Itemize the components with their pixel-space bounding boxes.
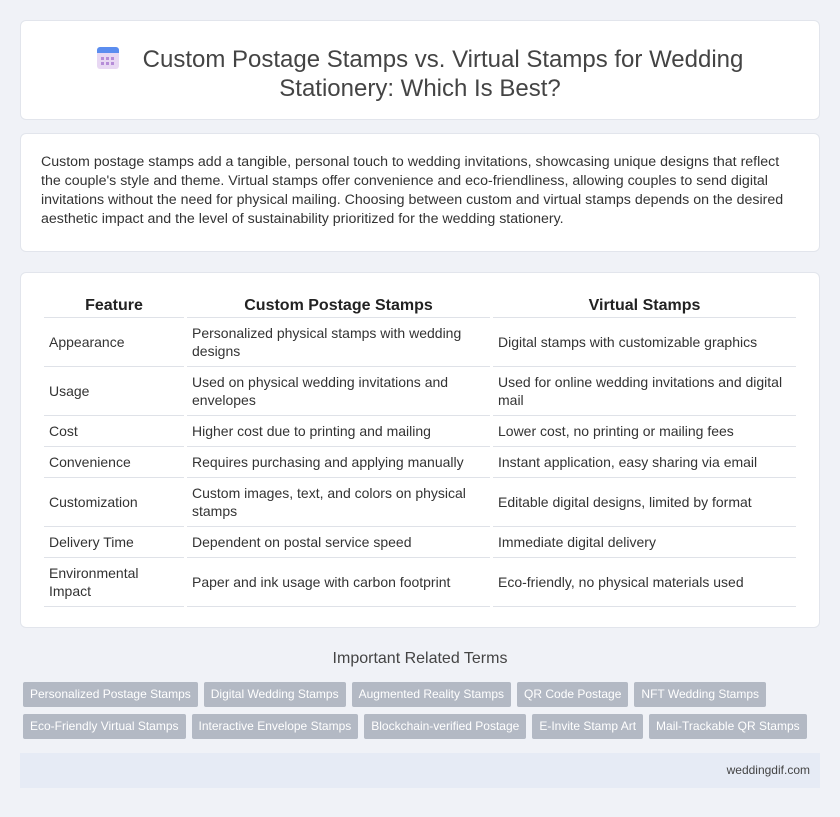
related-term-tag[interactable]: NFT Wedding Stamps	[634, 682, 767, 707]
site-link[interactable]: weddingdif.com	[727, 763, 810, 777]
custom-cell: Personalized physical stamps with weddin…	[187, 318, 490, 367]
virtual-cell: Instant application, easy sharing via em…	[493, 447, 796, 478]
table-row: Environmental Impact Paper and ink usage…	[44, 558, 796, 607]
title-line-2: Stationery: Which Is Best?	[279, 75, 561, 102]
feature-cell: Appearance	[44, 318, 184, 367]
related-term-tag[interactable]: E-Invite Stamp Art	[532, 714, 644, 739]
virtual-cell: Eco-friendly, no physical materials used	[493, 558, 796, 607]
feature-cell: Delivery Time	[44, 527, 184, 558]
virtual-cell: Editable digital designs, limited by for…	[493, 478, 796, 527]
header-custom-postage: Custom Postage Stamps	[187, 296, 490, 318]
footer: weddingdif.com	[20, 753, 820, 788]
virtual-cell: Digital stamps with customizable graphic…	[493, 318, 796, 367]
feature-cell: Customization	[44, 478, 184, 527]
related-term-tag[interactable]: Blockchain-verified Postage	[364, 714, 527, 739]
feature-cell: Usage	[44, 367, 184, 416]
related-term-tag[interactable]: Mail-Trackable QR Stamps	[649, 714, 807, 739]
related-term-tag[interactable]: Augmented Reality Stamps	[351, 682, 512, 707]
custom-cell: Used on physical wedding invitations and…	[187, 367, 490, 416]
table-row: Appearance Personalized physical stamps …	[44, 318, 796, 367]
table-row: Cost Higher cost due to printing and mai…	[44, 416, 796, 447]
calendar-icon	[96, 47, 119, 69]
comparison-table: Feature Custom Postage Stamps Virtual St…	[41, 296, 799, 607]
related-terms-row-2: Eco-Friendly Virtual Stamps Interactive …	[23, 714, 807, 739]
custom-cell: Custom images, text, and colors on physi…	[187, 478, 490, 527]
title-line-1: Custom Postage Stamps vs. Virtual Stamps…	[142, 46, 744, 73]
intro-card: Custom postage stamps add a tangible, pe…	[20, 133, 820, 252]
custom-cell: Paper and ink usage with carbon footprin…	[187, 558, 490, 607]
related-term-tag[interactable]: Eco-Friendly Virtual Stamps	[23, 714, 186, 739]
header-virtual-stamps: Virtual Stamps	[493, 296, 796, 318]
table-header-row: Feature Custom Postage Stamps Virtual St…	[44, 296, 796, 318]
virtual-cell: Lower cost, no printing or mailing fees	[493, 416, 796, 447]
custom-cell: Dependent on postal service speed	[187, 527, 490, 558]
feature-cell: Cost	[44, 416, 184, 447]
feature-cell: Convenience	[44, 447, 184, 478]
feature-cell: Environmental Impact	[44, 558, 184, 607]
related-terms-row-1: Personalized Postage Stamps Digital Wedd…	[23, 682, 767, 707]
comparison-card: Feature Custom Postage Stamps Virtual St…	[20, 272, 820, 628]
table-row: Usage Used on physical wedding invitatio…	[44, 367, 796, 416]
related-term-tag[interactable]: Personalized Postage Stamps	[23, 682, 198, 707]
related-terms-title: Important Related Terms	[332, 650, 508, 667]
related-term-tag[interactable]: QR Code Postage	[517, 682, 629, 707]
related-term-tag[interactable]: Interactive Envelope Stamps	[191, 714, 359, 739]
table-row: Delivery Time Dependent on postal servic…	[44, 527, 796, 558]
virtual-cell: Used for online wedding invitations and …	[493, 367, 796, 416]
table-row: Customization Custom images, text, and c…	[44, 478, 796, 527]
intro-paragraph: Custom postage stamps add a tangible, pe…	[41, 154, 784, 227]
page-title: Custom Postage Stamps vs. Virtual Stamps…	[21, 45, 819, 103]
virtual-cell: Immediate digital delivery	[493, 527, 796, 558]
header-feature: Feature	[44, 296, 184, 318]
custom-cell: Higher cost due to printing and mailing	[187, 416, 490, 447]
table-row: Convenience Requires purchasing and appl…	[44, 447, 796, 478]
related-term-tag[interactable]: Digital Wedding Stamps	[203, 682, 346, 707]
header-card: Custom Postage Stamps vs. Virtual Stamps…	[20, 20, 820, 120]
custom-cell: Requires purchasing and applying manuall…	[187, 447, 490, 478]
